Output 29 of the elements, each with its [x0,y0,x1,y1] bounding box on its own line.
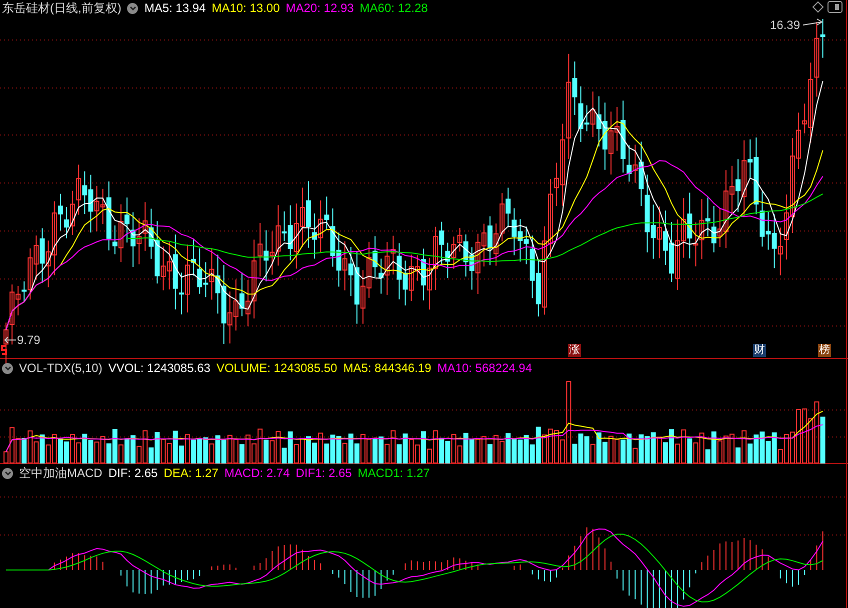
indicator-value: DIF: 2.65 [108,466,158,480]
indicator-value: MA60: 12.28 [360,1,428,15]
dropdown-icon[interactable] [127,2,138,14]
indicator-title: 空中加油MACD [19,466,102,480]
indicator-value: DIF1: 2.65 [296,466,352,480]
indicator-value: MA20: 12.93 [286,1,354,15]
high-price-label: 16.39 [770,19,800,32]
indicator-value: MA10: 13.00 [212,1,280,15]
indicator-value: DEA: 1.27 [164,466,218,480]
indicator-title: VOL-TDX(5,10) [19,361,102,375]
indicator-value: MACD: 2.74 [224,466,290,480]
indicator-value: MA5: 13.94 [144,1,206,15]
s-mark-icon [1,345,7,355]
indicator-value: VOLUME: 1243085.50 [216,361,338,375]
event-marker[interactable]: 涨 [568,344,581,357]
indicator-value: MACD1: 1.27 [358,466,430,480]
indicator-value: VVOL: 1243085.63 [108,361,210,375]
event-marker[interactable]: 榜 [818,344,831,357]
event-marker[interactable]: 财 [753,344,766,357]
chart-title: 东岳硅材(日线,前复权) [2,1,122,15]
low-price-label: 9.79 [17,334,40,347]
diamond-icon[interactable] [812,1,824,13]
low-price-arrow [4,336,16,344]
high-price-arrow [802,18,823,26]
indicator-value: MA5: 844346.19 [343,361,432,375]
dropdown-icon[interactable] [2,362,13,374]
dropdown-icon[interactable] [2,468,13,478]
indicator-value: MA10: 568224.94 [437,361,532,375]
panel-toggle-icon[interactable] [828,1,842,13]
